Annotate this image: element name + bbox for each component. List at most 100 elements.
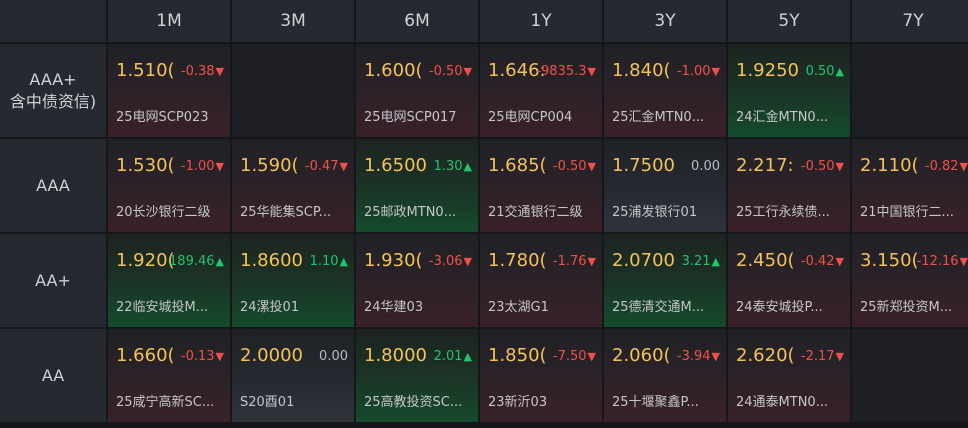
yield-value: 1.8600: [240, 250, 303, 271]
bond-name: 23太湖G1: [488, 300, 549, 315]
yield-value: 3.150(: [860, 250, 919, 271]
yield-matrix: 1M 3M 6M 1Y 3Y 5Y 7Y AAA+ 含中债资信) 1.510(-0.38▼ 25电网…: [0, 0, 968, 422]
column-header-1m[interactable]: 1M: [108, 0, 230, 42]
bond-name: 25汇金MTN0...: [612, 110, 705, 125]
yield-change: -0.13▼: [181, 349, 224, 364]
yield-value: 2.110(: [860, 155, 919, 176]
yield-change: -0.38▼: [181, 64, 224, 79]
up-triangle-icon: ▲: [711, 255, 720, 268]
quote-cell[interactable]: 2.620(-2.17▼ 24通泰MTN0...: [728, 329, 850, 422]
change-value: -1.00: [676, 64, 711, 79]
change-value: -0.38: [180, 64, 215, 79]
yield-change: 0.50▲: [806, 64, 844, 79]
empty-cell: [852, 44, 968, 137]
change-value: 0.00: [319, 349, 348, 364]
change-value: -3.94: [676, 349, 711, 364]
quote-cell[interactable]: 1.930(-3.06▼ 24华建03: [356, 234, 478, 327]
bond-name: 25华能集SCP...: [240, 205, 332, 220]
quote-cell[interactable]: 1.646: -9835.3▼ 25电网CP004: [480, 44, 602, 137]
yield-change: -1.76▼: [553, 254, 596, 269]
change-value: -0.47: [304, 159, 339, 174]
yield-change: -12.16▼: [917, 254, 968, 269]
yield-value: 2.450(: [736, 250, 795, 271]
down-triangle-icon: ▼: [835, 160, 844, 173]
quote-cell[interactable]: 1.530(-1.00▼ 20长沙银行二级: [108, 139, 230, 232]
up-triangle-icon: ▲: [835, 65, 844, 78]
yield-change: 0.00: [319, 349, 348, 364]
bond-name: 25咸宁高新SC...: [116, 395, 215, 410]
change-value: 3.21: [681, 254, 711, 269]
column-header-1y[interactable]: 1Y: [480, 0, 602, 42]
quote-cell[interactable]: 1.6500 1.30▲ 25邮政MTN0...: [356, 139, 478, 232]
yield-value: 2.0700: [612, 250, 675, 271]
change-value: 1.30: [433, 159, 463, 174]
quote-cell[interactable]: 1.685(-0.50▼ 21交通银行二级: [480, 139, 602, 232]
row-label-line: 含中债资信): [9, 91, 97, 111]
quote-cell[interactable]: 2.0700 3.21▲ 25德清交通M...: [604, 234, 726, 327]
down-triangle-icon: ▼: [711, 350, 720, 363]
down-triangle-icon: ▼: [215, 65, 224, 78]
down-triangle-icon: ▼: [835, 350, 844, 363]
down-triangle-icon: ▼: [835, 255, 844, 268]
yield-value: 1.850(: [488, 345, 547, 366]
empty-cell: [852, 329, 968, 422]
down-triangle-icon: ▼: [463, 255, 472, 268]
quote-cell[interactable]: 1.660( -0.13▼ 25咸宁高新SC...: [108, 329, 230, 422]
quote-cell[interactable]: 2.060(-3.94▼ 25十堰聚鑫P...: [604, 329, 726, 422]
quote-cell[interactable]: 1.590(-0.47▼ 25华能集SCP...: [232, 139, 354, 232]
column-header-3m[interactable]: 3M: [232, 0, 354, 42]
empty-cell: [232, 44, 354, 137]
quote-cell[interactable]: 2.110(-0.82▼ 21中国银行二...: [852, 139, 968, 232]
quote-cell[interactable]: 3.150(-12.16▼ 25新郑投资M...: [852, 234, 968, 327]
yield-value: 1.930(: [364, 250, 423, 271]
down-triangle-icon: ▼: [463, 65, 472, 78]
yield-value: 2.217:: [736, 155, 794, 176]
up-triangle-icon: ▲: [339, 255, 348, 268]
down-triangle-icon: ▼: [215, 350, 224, 363]
yield-value: 2.060(: [612, 345, 671, 366]
yield-value: 1.840(: [612, 60, 671, 81]
column-header-5y[interactable]: 5Y: [728, 0, 850, 42]
yield-change: -3.06▼: [429, 254, 472, 269]
change-value: -1.76: [552, 254, 587, 269]
bond-name: 20长沙银行二级: [116, 205, 211, 220]
yield-change: -2.17▼: [801, 349, 844, 364]
yield-value: 1.530(: [116, 155, 175, 176]
yield-change: -0.47▼: [305, 159, 348, 174]
bond-name: 24通泰MTN0...: [736, 395, 829, 410]
quote-cell[interactable]: 1.780(-1.76▼ 23太湖G1: [480, 234, 602, 327]
yield-value: 1.600(: [364, 60, 423, 81]
yield-value: 2.0000: [240, 345, 303, 366]
yield-value: 1.685(: [488, 155, 547, 176]
yield-change: -9835.3▼: [536, 64, 596, 79]
quote-cell[interactable]: 1.510(-0.38▼ 25电网SCP023: [108, 44, 230, 137]
quote-cell[interactable]: 2.217: -0.50▼ 25工行永续债...: [728, 139, 850, 232]
change-value: -12.16: [916, 254, 959, 269]
column-header-6m[interactable]: 6M: [356, 0, 478, 42]
column-header-3y[interactable]: 3Y: [604, 0, 726, 42]
bond-name: 24泰安城投P...: [736, 300, 823, 315]
yield-change: -7.50▼: [553, 349, 596, 364]
column-header-7y[interactable]: 7Y: [852, 0, 968, 42]
quote-cell[interactable]: 1.8600 1.10▲ 24漯投01: [232, 234, 354, 327]
yield-value: 1.660(: [116, 345, 175, 366]
quote-cell[interactable]: 2.0000 0.00 S20酉01: [232, 329, 354, 422]
row-label-2: AA+: [0, 234, 106, 327]
bond-name: 22临安城投M...: [116, 300, 209, 315]
quote-cell[interactable]: 1.850(-7.50▼ 23新沂03: [480, 329, 602, 422]
change-value: -2.17: [800, 349, 835, 364]
quote-cell[interactable]: 1.600(-0.50▼ 25电网SCP017: [356, 44, 478, 137]
up-triangle-icon: ▲: [215, 255, 224, 268]
change-value: 0.00: [691, 159, 720, 174]
quote-cell[interactable]: 2.450(-0.42▼ 24泰安城投P...: [728, 234, 850, 327]
change-value: 2.01: [433, 349, 463, 364]
quote-cell[interactable]: 1.7500 0.00 25浦发银行01: [604, 139, 726, 232]
quote-cell[interactable]: 1.920(189.46▲ 22临安城投M...: [108, 234, 230, 327]
yield-change: -0.50▼: [429, 64, 472, 79]
quote-cell[interactable]: 1.9250 0.50▲ 24汇金MTN0...: [728, 44, 850, 137]
down-triangle-icon: ▼: [959, 160, 968, 173]
yield-change: 1.30▲: [434, 159, 472, 174]
row-label-0: AAA+ 含中债资信): [0, 44, 106, 137]
quote-cell[interactable]: 1.840(-1.00▼ 25汇金MTN0...: [604, 44, 726, 137]
quote-cell[interactable]: 1.8000 2.01▲ 25高教投资SC...: [356, 329, 478, 422]
